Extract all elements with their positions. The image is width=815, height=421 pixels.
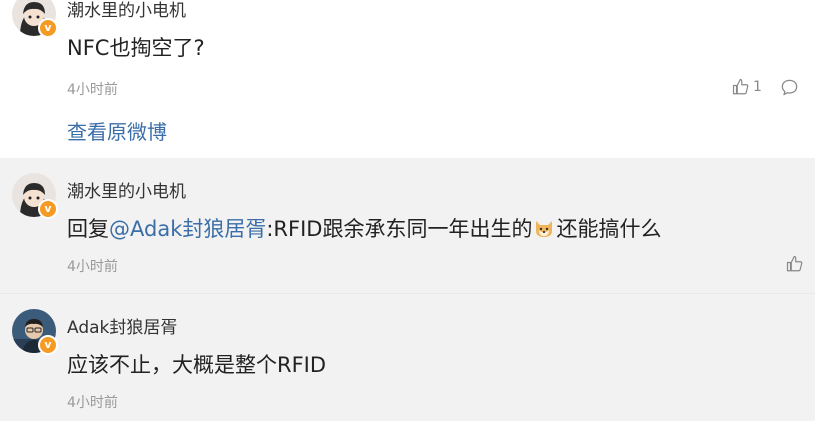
like-count: 1: [753, 79, 762, 95]
avatar[interactable]: v: [12, 309, 58, 355]
thumbs-up-icon[interactable]: [786, 255, 804, 273]
reply-prefix: 回复: [67, 217, 109, 241]
thumbs-up-icon[interactable]: [732, 78, 750, 96]
comment-text: 回复@Adak封狼居胥:RFID跟余承东同一年出生的 还能搞什么: [67, 213, 661, 243]
verified-badge-icon: v: [38, 199, 58, 219]
username[interactable]: Adak封狼居胥: [67, 313, 177, 338]
comment-bubble-icon[interactable]: [780, 78, 799, 97]
divider: [0, 293, 815, 294]
reply-text: 还能搞什么: [556, 217, 662, 241]
username[interactable]: 潮水里的小电机: [67, 0, 186, 21]
timestamp: 4小时前: [67, 395, 118, 411]
timestamp: 4小时前: [67, 259, 118, 275]
comment-text: 应该不止，大概是整个RFID: [67, 353, 327, 377]
avatar[interactable]: v: [12, 0, 58, 38]
reply-text: :RFID跟余承东同一年出生的: [266, 217, 533, 241]
username[interactable]: 潮水里的小电机: [67, 177, 186, 202]
shiba-dog-emoji: [536, 221, 553, 237]
comment-text: NFC也掏空了?: [67, 36, 205, 60]
view-original-link[interactable]: 查看原微博: [67, 116, 167, 145]
timestamp: 4小时前: [67, 82, 118, 98]
verified-badge-icon: v: [38, 335, 58, 355]
mention-link[interactable]: @Adak封狼居胥: [109, 217, 266, 241]
verified-badge-icon: v: [38, 18, 58, 38]
avatar[interactable]: v: [12, 173, 58, 219]
